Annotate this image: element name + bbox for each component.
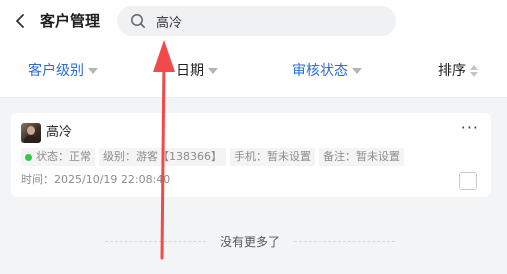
divider-line [105, 240, 206, 242]
more-options-button[interactable]: ··· [461, 120, 479, 139]
note-tag: 备注：暂未设置 [319, 148, 404, 166]
caret-down-icon [88, 68, 98, 74]
level-tag: 级别：游客【138366】 [99, 148, 226, 166]
top-bar: 客户管理 高冷 [0, 0, 507, 44]
status-dot-icon [25, 153, 32, 161]
filter-customer-level-label: 客户级别 [28, 63, 84, 79]
chevron-left-icon [16, 14, 24, 28]
back-button[interactable] [12, 10, 28, 32]
filter-date[interactable]: 日期 [176, 60, 218, 82]
filter-customer-level[interactable]: 客户级别 [28, 60, 98, 82]
page-title: 客户管理 [40, 12, 101, 30]
filter-sort[interactable]: 排序 [438, 60, 478, 82]
customer-card[interactable]: 高冷 ··· 状态：正常 级别：游客【138366】 手机：暂未设置 备注：暂未… [11, 113, 491, 197]
caret-down-icon [208, 68, 218, 74]
created-time: 时间：2025/10/19 22:08:40 [21, 173, 171, 186]
filter-date-label: 日期 [176, 63, 204, 79]
filter-audit-status-label: 审核状态 [292, 63, 348, 79]
search-input[interactable]: 高冷 [117, 6, 396, 36]
search-icon [131, 14, 145, 28]
customer-tags: 状态：正常 级别：游客【138366】 手机：暂未设置 备注：暂未设置 [21, 148, 404, 166]
sort-icon [470, 65, 478, 77]
divider-line [294, 240, 396, 242]
status-tag: 状态：正常 [21, 148, 95, 166]
search-value: 高冷 [156, 15, 183, 31]
filter-bar: 客户级别 日期 审核状态 排序 [0, 44, 507, 98]
phone-tag: 手机：暂未设置 [230, 148, 315, 166]
filter-audit-status[interactable]: 审核状态 [292, 60, 362, 82]
caret-down-icon [352, 68, 362, 74]
avatar [21, 123, 41, 143]
select-checkbox[interactable] [459, 172, 477, 190]
no-more-divider: 没有更多了 [105, 232, 396, 250]
filter-sort-label: 排序 [438, 63, 466, 79]
status-tag-text: 状态：正常 [36, 150, 91, 163]
no-more-text: 没有更多了 [220, 234, 281, 249]
customer-name: 高冷 [46, 125, 73, 140]
